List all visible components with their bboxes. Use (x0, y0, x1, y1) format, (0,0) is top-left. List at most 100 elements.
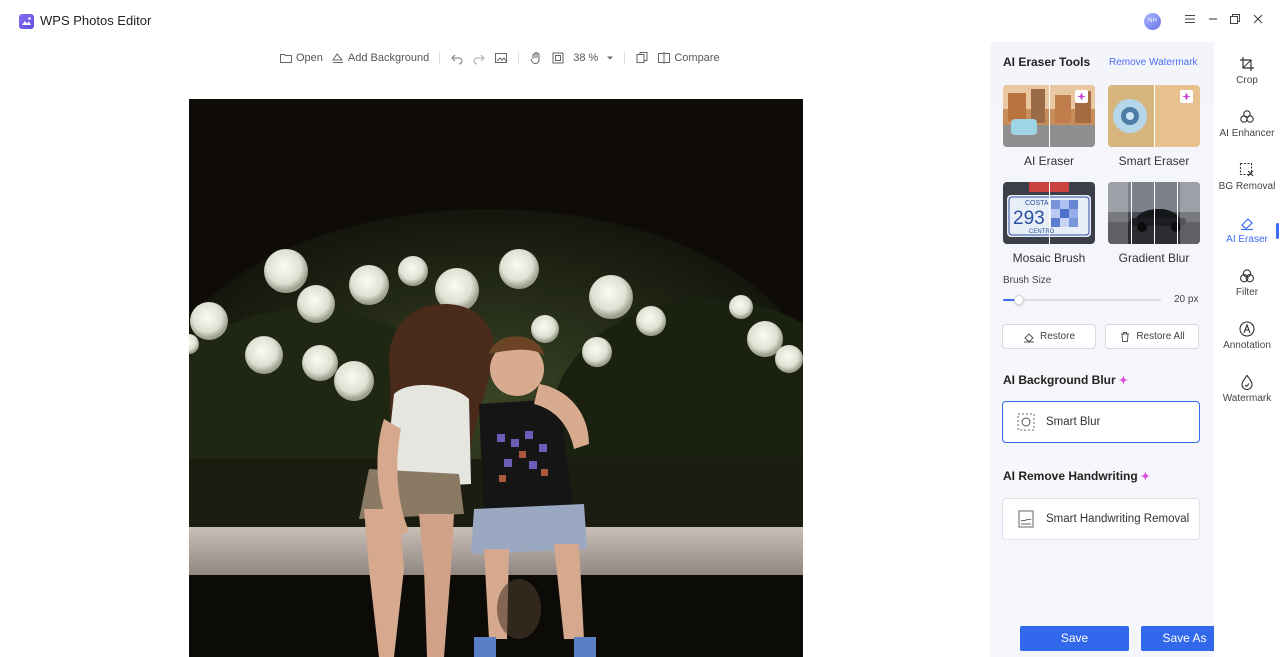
ai-eraser-tool[interactable]: AI Eraser (1003, 85, 1095, 168)
restore-label: Restore (1039, 331, 1075, 342)
rail-label-watermark: Watermark (1222, 393, 1272, 404)
ai-eraser-thumbnail (1003, 85, 1095, 147)
rail-label-ai-enhancer: AI Enhancer (1219, 128, 1275, 139)
toolbar-divider (439, 52, 441, 64)
close-icon[interactable] (1249, 12, 1267, 30)
add-background-label: Add Background (347, 52, 430, 64)
open-label: Open (296, 52, 323, 64)
toolbar-divider (624, 52, 626, 64)
rail-label-annotation: Annotation (1223, 340, 1271, 351)
fit-screen-button[interactable] (547, 48, 569, 68)
compare-icon (658, 52, 671, 64)
smart-blur-label: Smart Blur (1046, 416, 1101, 428)
title-bar: WPS Photos Editor NH (0, 0, 1280, 42)
menu-icon[interactable] (1181, 12, 1199, 30)
eraser-icon (1241, 218, 1253, 231)
crop-icon (1240, 57, 1254, 71)
mosaic-brush-label: Mosaic Brush (1012, 251, 1086, 265)
smart-eraser-thumbnail (1108, 85, 1200, 147)
brush-size-handle[interactable] (1014, 295, 1024, 305)
image-icon (495, 53, 508, 63)
copy-icon (636, 52, 648, 63)
restore-all-button[interactable]: Restore All (1105, 324, 1199, 349)
folder-icon (280, 54, 292, 63)
undo-icon (451, 54, 463, 65)
rail-label-bg-removal: BG Removal (1218, 181, 1276, 192)
add-background-icon (331, 53, 343, 63)
smart-eraser-label: Smart Eraser (1118, 154, 1190, 168)
zoom-select[interactable]: 38 % (569, 48, 618, 68)
copy-button[interactable] (631, 48, 653, 68)
smart-blur-icon (1017, 413, 1035, 431)
undo-button[interactable] (446, 48, 468, 68)
rail-item-ai-enhancer[interactable]: AI Enhancer (1214, 109, 1280, 139)
panel-title: AI Eraser Tools (1003, 55, 1091, 69)
hand-icon (530, 52, 540, 65)
mosaic-thumb-line3: CENTRO (1029, 229, 1055, 235)
chevron-down-icon (607, 56, 614, 60)
rail-label-filter: Filter (1235, 287, 1259, 298)
photo-canvas[interactable] (189, 99, 803, 657)
hand-tool-button[interactable] (525, 48, 547, 68)
smart-eraser-tool[interactable]: Smart Eraser (1108, 85, 1200, 168)
tool-rail: Crop AI Enhancer BG Removal AI Eraser Fi… (1214, 42, 1280, 657)
remove-watermark-link[interactable]: Remove Watermark (1109, 57, 1198, 68)
ai-enhancer-icon (1240, 110, 1254, 123)
photo-image (189, 99, 803, 657)
restore-button[interactable]: Restore (1002, 324, 1096, 349)
rail-item-bg-removal[interactable]: BG Removal (1214, 162, 1280, 192)
app-title: WPS Photos Editor (40, 13, 152, 28)
restore-all-label: Restore All (1136, 331, 1185, 342)
trash-icon (1121, 331, 1130, 342)
zoom-value: 38 % (573, 52, 599, 64)
mosaic-brush-thumbnail: COSTA 293 CENTRO (1003, 182, 1095, 244)
gradient-blur-tool[interactable]: Gradient Blur (1108, 182, 1200, 265)
open-button[interactable]: Open (275, 48, 327, 68)
ai-eraser-panel: AI Eraser Tools Remove Watermark AI Eras… (990, 42, 1228, 657)
rail-item-ai-eraser[interactable]: AI Eraser (1214, 215, 1280, 245)
mosaic-thumb-line1: COSTA (1025, 200, 1049, 207)
add-background-button[interactable]: Add Background (327, 48, 433, 68)
gradient-blur-label: Gradient Blur (1118, 251, 1190, 265)
gradient-blur-thumbnail (1108, 182, 1200, 244)
filter-icon (1240, 269, 1254, 283)
app-logo-icon (19, 14, 34, 29)
eraser-restore-icon (1023, 332, 1034, 342)
bg-removal-icon (1239, 162, 1254, 177)
minimize-icon[interactable] (1204, 12, 1222, 30)
save-button[interactable]: Save (1020, 626, 1129, 651)
image-button[interactable] (490, 48, 512, 68)
canvas-toolbar: Open Add Background 38 % Compare (275, 48, 724, 68)
rail-item-watermark[interactable]: Watermark (1214, 374, 1280, 404)
brush-size-slider[interactable] (1003, 295, 1161, 305)
rail-item-crop[interactable]: Crop (1214, 56, 1280, 86)
watermark-icon (1241, 374, 1253, 390)
annotation-icon (1239, 321, 1255, 337)
rail-item-filter[interactable]: Filter (1214, 268, 1280, 298)
toolbar-divider (518, 52, 520, 64)
bg-blur-section-title: AI Background Blur ✦ (1003, 373, 1128, 387)
handwriting-section-title: AI Remove Handwriting ✦ (1003, 469, 1150, 483)
ai-eraser-label: AI Eraser (1023, 154, 1074, 168)
handwriting-icon (1018, 510, 1034, 528)
bg-blur-title: AI Background Blur (1003, 373, 1116, 387)
restore-window-icon[interactable] (1226, 12, 1244, 30)
compare-button[interactable]: Compare (653, 48, 723, 68)
redo-icon (473, 54, 485, 65)
rail-item-annotation[interactable]: Annotation (1214, 321, 1280, 351)
brush-size-label: Brush Size (1003, 275, 1052, 286)
mosaic-thumb-line2: 293 (1013, 208, 1045, 229)
rail-label-ai-eraser: AI Eraser (1226, 234, 1268, 245)
smart-handwriting-removal-button[interactable]: Smart Handwriting Removal (1002, 498, 1200, 540)
smart-blur-button[interactable]: Smart Blur (1002, 401, 1200, 443)
rail-label-crop: Crop (1236, 75, 1258, 86)
compare-label: Compare (674, 52, 720, 64)
user-avatar[interactable]: NH (1144, 13, 1161, 30)
sparkle-icon: ✦ (1140, 471, 1150, 483)
fit-screen-icon (552, 52, 564, 64)
mosaic-brush-tool[interactable]: COSTA 293 CENTRO Mosaic Brush (1003, 182, 1095, 265)
redo-button[interactable] (468, 48, 490, 68)
active-rail-indicator (1276, 223, 1279, 239)
handwriting-title: AI Remove Handwriting (1003, 469, 1138, 483)
sparkle-icon: ✦ (1118, 375, 1128, 387)
